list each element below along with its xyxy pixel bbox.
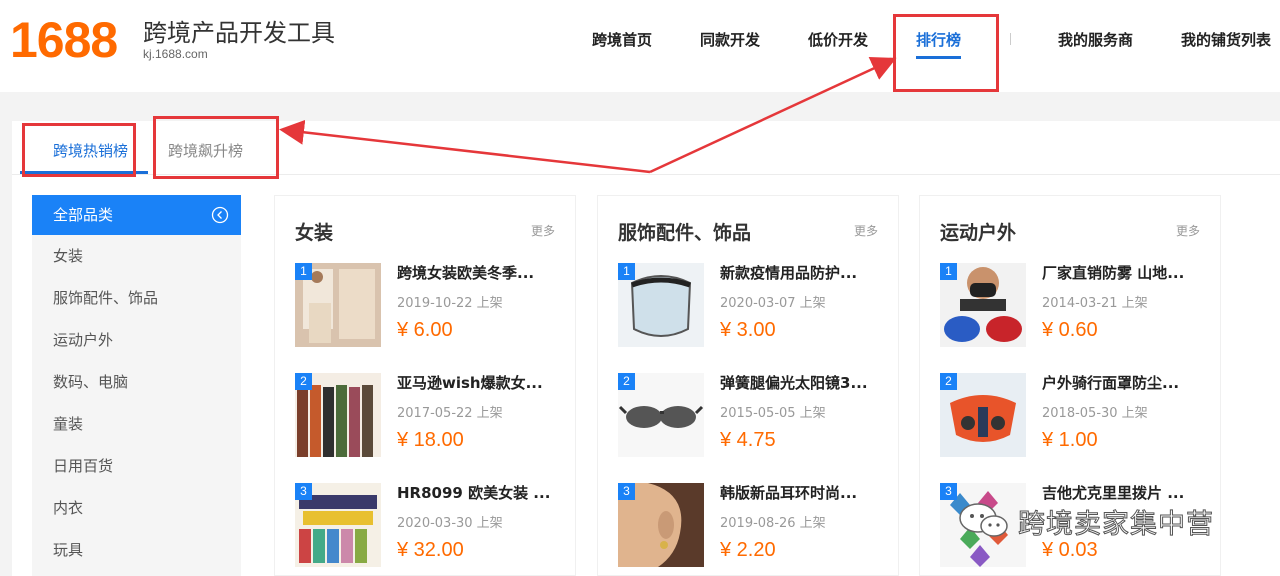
arrow-to-rising <box>279 119 651 174</box>
annotation-arrows <box>279 57 897 174</box>
watermark: 跨境卖家集中营 <box>952 500 1242 541</box>
chat-bubble-icon <box>959 503 1008 537</box>
arrow-to-ranking <box>649 57 897 174</box>
watermark-text: 跨境卖家集中营 <box>1018 509 1214 541</box>
